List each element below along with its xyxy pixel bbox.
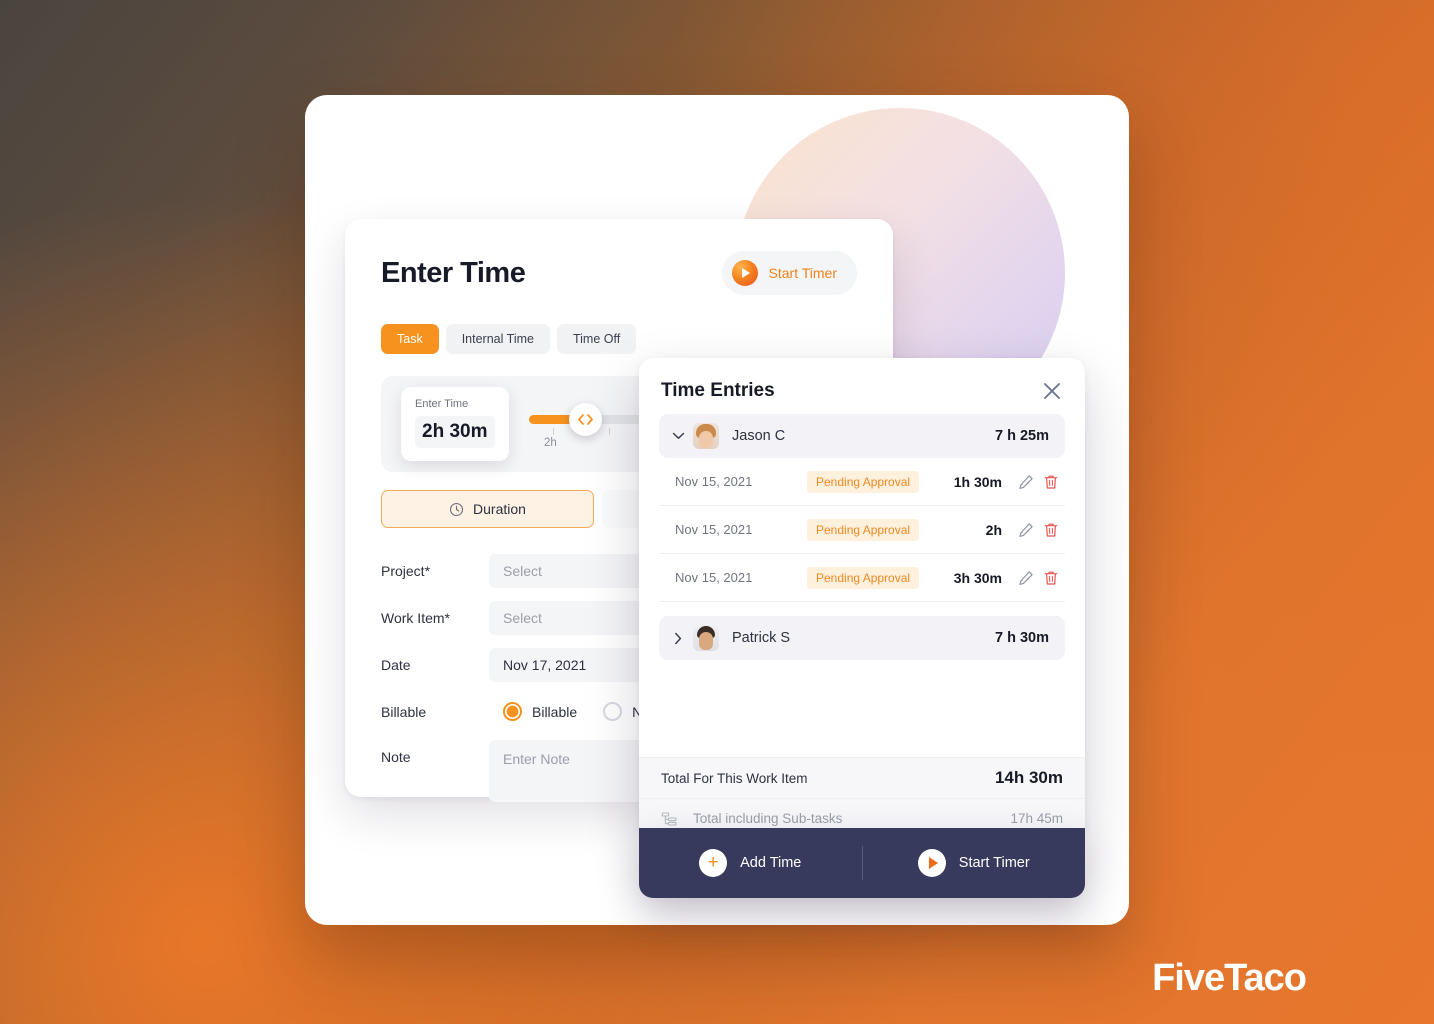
total-subtasks-value: 17h 45m <box>1010 811 1063 826</box>
group-header-patrick[interactable]: Patrick S 7 h 30m <box>659 616 1065 660</box>
tab-internal-time[interactable]: Internal Time <box>445 324 550 354</box>
row-actions <box>1018 522 1059 538</box>
status-badge: Pending Approval <box>807 566 920 589</box>
close-icon[interactable] <box>1041 380 1063 402</box>
project-label: Project* <box>381 562 431 579</box>
time-entries-panel: Time Entries Jason C 7 h 25m Nov 15, 202… <box>639 358 1085 838</box>
group-total: 7 h 30m <box>995 630 1049 646</box>
duration-button[interactable]: Duration <box>381 490 594 528</box>
add-time-label: Add Time <box>740 855 802 871</box>
start-timer-button[interactable]: Start Timer <box>721 251 857 295</box>
radio-billable[interactable]: Billable <box>503 702 577 721</box>
row-actions <box>1018 570 1059 586</box>
brand-logo: FiveTaco <box>1152 957 1307 999</box>
chevron-down-icon[interactable] <box>669 432 687 440</box>
group-name: Jason C <box>732 428 786 444</box>
radio-dot-selected-icon <box>503 702 522 721</box>
entry-date: Nov 15, 2021 <box>675 474 753 489</box>
note-placeholder: Enter Note <box>503 751 570 767</box>
work-item-select-value: Select <box>503 609 542 626</box>
date-label: Date <box>381 656 411 673</box>
avatar <box>693 423 719 449</box>
page-title: Enter Time <box>381 256 526 289</box>
entry-date: Nov 15, 2021 <box>675 570 753 585</box>
enter-time-header: Enter Time Start Timer <box>381 251 857 295</box>
add-time-button[interactable]: + Add Time <box>639 849 862 877</box>
project-select-value: Select <box>503 562 542 579</box>
trash-icon[interactable] <box>1043 570 1059 586</box>
time-entries-list: Jason C 7 h 25m Nov 15, 2021 Pending App… <box>639 414 1085 757</box>
table-row[interactable]: Nov 15, 2021 Pending Approval 3h 30m <box>659 554 1065 602</box>
trash-icon[interactable] <box>1043 522 1059 538</box>
duration-button-label: Duration <box>473 501 526 517</box>
time-entries-footer: + Add Time Start Timer <box>639 828 1085 898</box>
chevron-right-icon[interactable] <box>669 632 687 645</box>
clock-icon <box>449 502 464 516</box>
subtask-tree-icon <box>661 811 679 827</box>
pencil-icon[interactable] <box>1018 522 1034 538</box>
enter-time-input-label: Enter Time <box>415 398 469 410</box>
resize-handle-icon <box>578 414 593 425</box>
entry-type-tabs: Task Internal Time Time Off <box>381 324 857 354</box>
billable-label: Billable <box>381 703 427 720</box>
entry-duration: 3h 30m <box>953 569 1002 586</box>
radio-non-billable[interactable]: N <box>603 702 642 721</box>
entry-date: Nov 15, 2021 <box>675 522 753 537</box>
entry-duration: 1h 30m <box>953 473 1002 490</box>
pencil-icon[interactable] <box>1018 474 1034 490</box>
play-icon <box>731 260 758 286</box>
entry-duration: 2h <box>985 521 1002 538</box>
status-badge: Pending Approval <box>807 518 920 541</box>
trash-icon[interactable] <box>1043 474 1059 490</box>
play-icon <box>917 849 946 877</box>
tab-time-off[interactable]: Time Off <box>556 324 637 354</box>
radio-billable-label: Billable <box>532 703 578 720</box>
status-badge: Pending Approval <box>807 470 920 493</box>
note-label: Note <box>381 749 411 765</box>
slider-tick-label: 2h <box>544 437 557 449</box>
group-total: 7 h 25m <box>995 428 1049 444</box>
enter-time-input-value[interactable]: 2h 30m <box>415 416 495 448</box>
start-timer-label: Start Timer <box>768 265 837 281</box>
total-subtasks-label: Total including Sub-tasks <box>693 811 843 826</box>
pencil-icon[interactable] <box>1018 570 1034 586</box>
group-header-jason[interactable]: Jason C 7 h 25m <box>659 414 1065 458</box>
row-actions <box>1018 474 1059 490</box>
total-work-item-value: 14h 30m <box>994 768 1063 787</box>
avatar <box>693 625 719 651</box>
group-name: Patrick S <box>732 630 791 646</box>
time-entries-title: Time Entries <box>661 380 775 401</box>
footer-start-timer-button[interactable]: Start Timer <box>863 849 1086 877</box>
table-row[interactable]: Nov 15, 2021 Pending Approval 1h 30m <box>659 458 1065 506</box>
enter-time-input-card[interactable]: Enter Time 2h 30m <box>401 387 509 461</box>
radio-dot-icon <box>603 702 623 721</box>
slider-handle[interactable] <box>569 403 602 436</box>
total-work-item-label: Total For This Work Item <box>661 770 808 786</box>
work-item-label: Work Item* <box>381 609 450 626</box>
total-work-item-row: Total For This Work Item 14h 30m <box>639 758 1085 798</box>
plus-icon: + <box>699 849 728 877</box>
time-entries-header: Time Entries <box>639 358 1085 414</box>
footer-start-timer-label: Start Timer <box>958 855 1030 871</box>
table-row[interactable]: Nov 15, 2021 Pending Approval 2h <box>659 506 1065 554</box>
date-value: Nov 17, 2021 <box>503 656 587 673</box>
time-entries-totals: Total For This Work Item 14h 30m Total i… <box>639 757 1085 838</box>
tab-task[interactable]: Task <box>381 324 439 354</box>
